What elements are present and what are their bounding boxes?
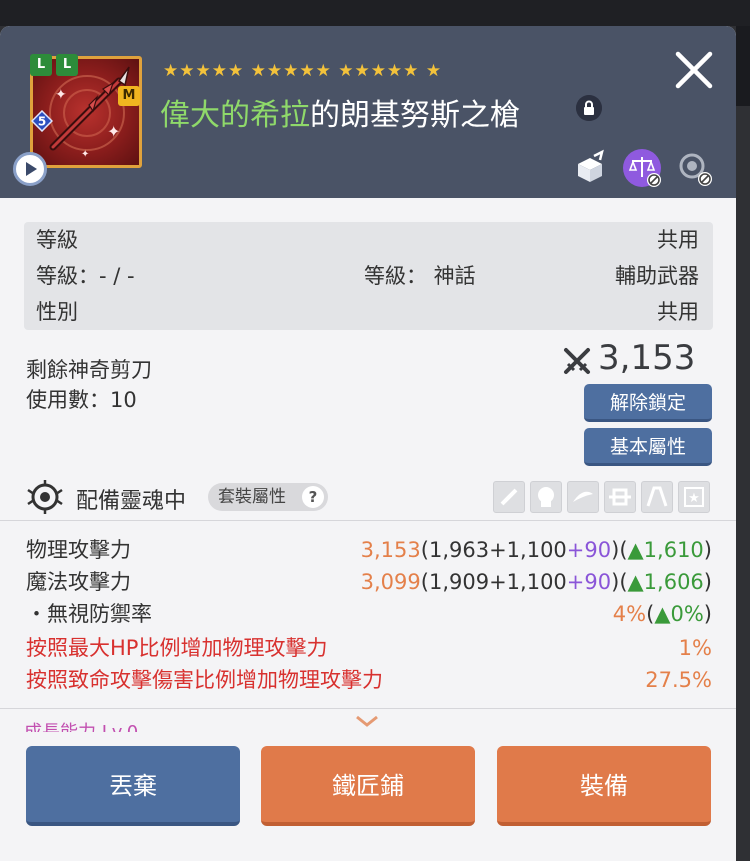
svg-text:★: ★ (688, 491, 700, 506)
scissors-label: 剩餘神奇剪刀 (26, 358, 152, 382)
link-slot-icon (604, 481, 636, 513)
arch-slot-icon (641, 481, 673, 513)
info-row-grade: 等級：- / - 等級： 神話 輔助武器 (36, 264, 699, 288)
blacksmith-button[interactable]: 鐵匠鋪 (261, 746, 475, 826)
wing-slot-icon (567, 481, 599, 513)
skull-slot-icon (530, 481, 562, 513)
lock-icon[interactable] (576, 95, 602, 121)
discard-button[interactable]: 丟棄 (26, 746, 240, 826)
share-box-icon[interactable] (570, 148, 610, 188)
svg-text:5: 5 (38, 115, 46, 129)
svg-text:✦: ✦ (55, 87, 67, 103)
stat-row-magic-attack: 魔法攻擊力 3,099(1,909+1,100+90)(▲1,606) (26, 570, 712, 594)
requirements-box: 等級 共用 等級：- / - 等級： 神話 輔助武器 性別 共用 (24, 222, 713, 330)
item-header: ✦ ✦ ✦ L L M 5 ★★★★★ ★★★★★ ★★★★★ ★ 偉大的希拉的… (0, 26, 736, 198)
item-detail-panel: ✦ ✦ ✦ L L M 5 ★★★★★ ★★★★★ ★★★★★ ★ 偉大的希拉的… (0, 26, 736, 861)
info-row-gender: 性別 共用 (36, 300, 699, 324)
weapon-slot-icon (493, 481, 525, 513)
stat-row-ignore-defense: ・無視防禦率 4%(▲0%) (26, 602, 712, 626)
soul-label: 配備靈魂中 (76, 489, 187, 514)
uses-count: 使用數：10 (26, 388, 137, 412)
soul-icon (27, 480, 63, 514)
equip-button[interactable]: 裝備 (497, 746, 711, 826)
star-slot-icon: ★ (678, 481, 710, 513)
stat-row-physical-attack: 物理攻擊力 3,153(1,963+1,100+90)(▲1,610) (26, 538, 712, 562)
divider (0, 708, 736, 709)
transfer-disabled-icon[interactable] (674, 148, 714, 188)
help-icon[interactable]: ? (302, 486, 324, 508)
star-rating: ★★★★★ ★★★★★ ★★★★★ ★ (163, 61, 443, 81)
special-stat-row-hp: 按照最大HP比例增加物理攻擊力 1% (26, 636, 712, 660)
growth-row-partial: 成長能力 Lv.0 (24, 718, 138, 732)
tier-badge: M (118, 86, 140, 106)
enhance-badge: 5 (31, 110, 53, 132)
svg-text:✦: ✦ (107, 122, 120, 141)
set-attribute-button[interactable]: 套裝屬性 ? (208, 483, 328, 511)
backdrop-side (736, 26, 750, 106)
play-icon (26, 162, 37, 176)
play-preview-button[interactable] (13, 152, 47, 186)
level-badge-2: L (56, 54, 78, 76)
action-footer: 丟棄 鐵匠鋪 裝備 (0, 732, 736, 861)
backdrop (0, 0, 750, 26)
unlock-button[interactable]: 解除鎖定 (584, 384, 712, 422)
item-title-prefix: 偉大的希拉 (160, 98, 310, 133)
combat-power: 3,153 (598, 338, 696, 378)
svg-text:✦: ✦ (81, 149, 89, 160)
chevron-down-icon[interactable] (354, 714, 380, 728)
divider (0, 520, 736, 521)
level-badge-1: L (30, 54, 52, 76)
close-icon[interactable] (668, 44, 720, 96)
info-row-level: 等級 共用 (36, 228, 699, 252)
item-title: 偉大的希拉的朗基努斯之槍 (160, 90, 520, 134)
base-stats-button[interactable]: 基本屬性 (584, 428, 712, 466)
balance-scale-icon[interactable] (622, 148, 662, 188)
crossed-swords-icon (564, 348, 590, 374)
item-title-name: 的朗基努斯之槍 (310, 98, 520, 133)
soul-row: 配備靈魂中 套裝屬性 ? ★ (24, 478, 714, 518)
special-stat-row-crit: 按照致命攻擊傷害比例增加物理攻擊力 27.5% (26, 668, 712, 692)
